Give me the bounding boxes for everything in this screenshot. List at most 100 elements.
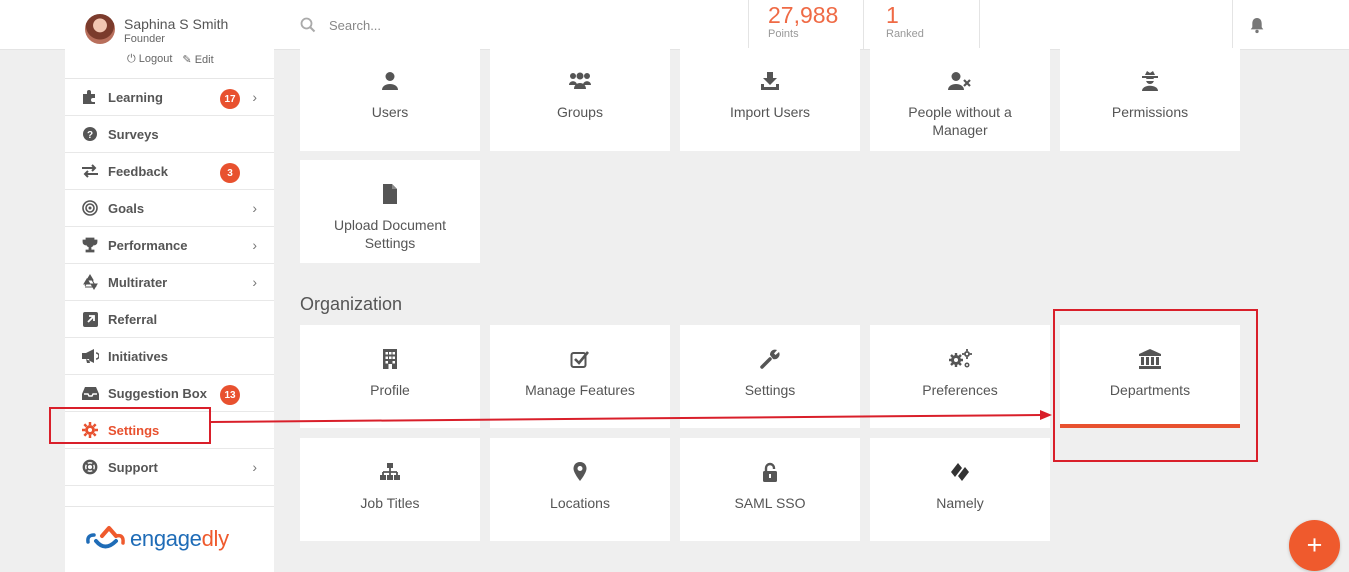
checkbox-icon — [570, 351, 590, 368]
svg-text:?: ? — [87, 130, 93, 141]
sidebar-item-referral[interactable]: Referral — [65, 301, 274, 338]
tile-locations[interactable]: Locations — [490, 438, 670, 541]
sidebar-item-initiatives[interactable]: Initiatives — [65, 338, 274, 375]
tile-groups[interactable]: Groups — [490, 48, 670, 151]
sidebar-item-support[interactable]: Support › — [65, 449, 274, 486]
puzzle-icon — [81, 88, 99, 106]
life-ring-icon — [81, 458, 99, 476]
sidebar-item-multirater[interactable]: Multirater › — [65, 264, 274, 301]
logout-label: Logout — [138, 53, 173, 65]
recycle-icon — [81, 273, 99, 291]
tile-saml-sso[interactable]: SAML SSO — [680, 438, 860, 541]
tile-label: Settings — [744, 382, 796, 398]
user-remove-icon — [948, 72, 971, 90]
tile-permissions[interactable]: Permissions — [1060, 48, 1240, 151]
chevron-right-icon: › — [252, 274, 257, 290]
tile-label: Locations — [550, 495, 610, 511]
unlock-icon — [763, 462, 777, 482]
avatar[interactable] — [85, 14, 115, 44]
tile-namely[interactable]: Namely — [870, 438, 1050, 541]
points-value: 27,988 — [768, 2, 839, 28]
tile-label: People without a Manager — [908, 104, 1012, 138]
chevron-right-icon: › — [252, 459, 257, 475]
tile-label: Preferences — [922, 382, 998, 398]
wrench-icon — [760, 349, 780, 369]
tile-users[interactable]: Users — [300, 48, 480, 151]
sidebar-item-label: Suggestion Box — [108, 385, 207, 401]
external-link-icon — [81, 310, 99, 328]
notifications-button[interactable] — [1232, 0, 1349, 49]
engagedly-logo: engagedly — [85, 523, 229, 554]
tile-label: Manage Features — [525, 382, 635, 398]
ranked-value: 1 — [886, 2, 899, 28]
sidebar-item-label: Surveys — [108, 126, 159, 142]
map-marker-icon — [573, 462, 587, 481]
settings-callout-box — [49, 407, 211, 444]
tile-people-without-manager[interactable]: People without a Manager — [870, 48, 1050, 151]
tile-profile[interactable]: Profile — [300, 325, 480, 428]
search-icon — [300, 17, 316, 33]
user-actions: ⏻ Logout ✎ Edit — [127, 53, 214, 66]
tile-settings[interactable]: Settings — [680, 325, 860, 428]
ranked-stat[interactable]: 1 Ranked — [864, 0, 980, 49]
tile-label: Import Users — [729, 104, 811, 120]
edit-label: Edit — [194, 54, 214, 66]
sidebar: Learning 17 › ? Surveys Feedback 3 Goals… — [65, 78, 274, 572]
logo-text: engagedly — [130, 526, 229, 552]
bell-icon — [1250, 18, 1264, 34]
search-input[interactable] — [329, 15, 689, 35]
tile-label: Profile — [370, 382, 410, 398]
download-icon — [761, 72, 779, 90]
tile-job-titles[interactable]: Job Titles — [300, 438, 480, 541]
tile-manage-features[interactable]: Manage Features — [490, 325, 670, 428]
user-role: Founder — [124, 33, 165, 45]
section-title-organization: Organization — [300, 294, 403, 314]
logout-link[interactable]: ⏻ Logout — [127, 53, 172, 66]
tile-preferences[interactable]: Preferences — [870, 325, 1050, 428]
tile-label: Groups — [557, 104, 603, 120]
sidebar-item-label: Goals — [108, 200, 145, 216]
logo-text-right: dly — [201, 525, 230, 551]
tile-label: Upload Document Settings — [333, 217, 447, 251]
add-button[interactable]: + — [1289, 520, 1340, 571]
tile-label: Namely — [936, 495, 984, 511]
exchange-icon — [81, 162, 99, 180]
sidebar-item-label: Multirater — [108, 274, 168, 290]
search-bar[interactable] — [300, 15, 730, 35]
feedback-badge: 3 — [220, 163, 240, 183]
stats: 27,988 Points 1 Ranked — [748, 0, 980, 49]
edit-link[interactable]: ✎ Edit — [182, 53, 213, 66]
sidebar-item-goals[interactable]: Goals › — [65, 190, 274, 227]
user-icon — [382, 72, 398, 90]
gears-icon — [949, 349, 972, 368]
users-icon — [569, 72, 591, 89]
learning-badge: 17 — [220, 89, 240, 109]
departments-callout-box — [1053, 309, 1258, 462]
inbox-icon — [81, 384, 99, 402]
points-stat[interactable]: 27,988 Points — [748, 0, 864, 49]
user-profile: Saphina S Smith Founder ⏻ Logout ✎ Edit — [65, 0, 274, 78]
sidebar-item-performance[interactable]: Performance › — [65, 227, 274, 264]
sidebar-item-label: Performance — [108, 237, 188, 253]
sidebar-item-label: Initiatives — [108, 348, 168, 364]
sidebar-item-label: Referral — [108, 311, 158, 327]
brand-logo-area: engagedly — [65, 506, 274, 572]
points-label: Points — [768, 28, 799, 40]
chevron-right-icon: › — [252, 200, 257, 216]
sidebar-item-label: Feedback — [108, 163, 168, 179]
chevron-right-icon: › — [252, 89, 257, 105]
namely-icon — [951, 463, 969, 481]
suggestion-box-badge: 13 — [220, 385, 240, 405]
user-secret-icon — [1142, 71, 1158, 91]
trophy-icon — [81, 236, 99, 254]
question-icon: ? — [81, 125, 99, 143]
tile-upload-document-settings[interactable]: Upload Document Settings — [300, 160, 480, 263]
sidebar-item-feedback[interactable]: Feedback 3 — [65, 153, 274, 190]
sidebar-item-learning[interactable]: Learning 17 › — [65, 79, 274, 116]
tile-label: Users — [371, 104, 409, 120]
megaphone-icon — [81, 347, 99, 365]
logo-text-left: engage — [130, 525, 202, 551]
tile-import-users[interactable]: Import Users — [680, 48, 860, 151]
sidebar-item-surveys[interactable]: ? Surveys — [65, 116, 274, 153]
chevron-right-icon: › — [252, 237, 257, 253]
